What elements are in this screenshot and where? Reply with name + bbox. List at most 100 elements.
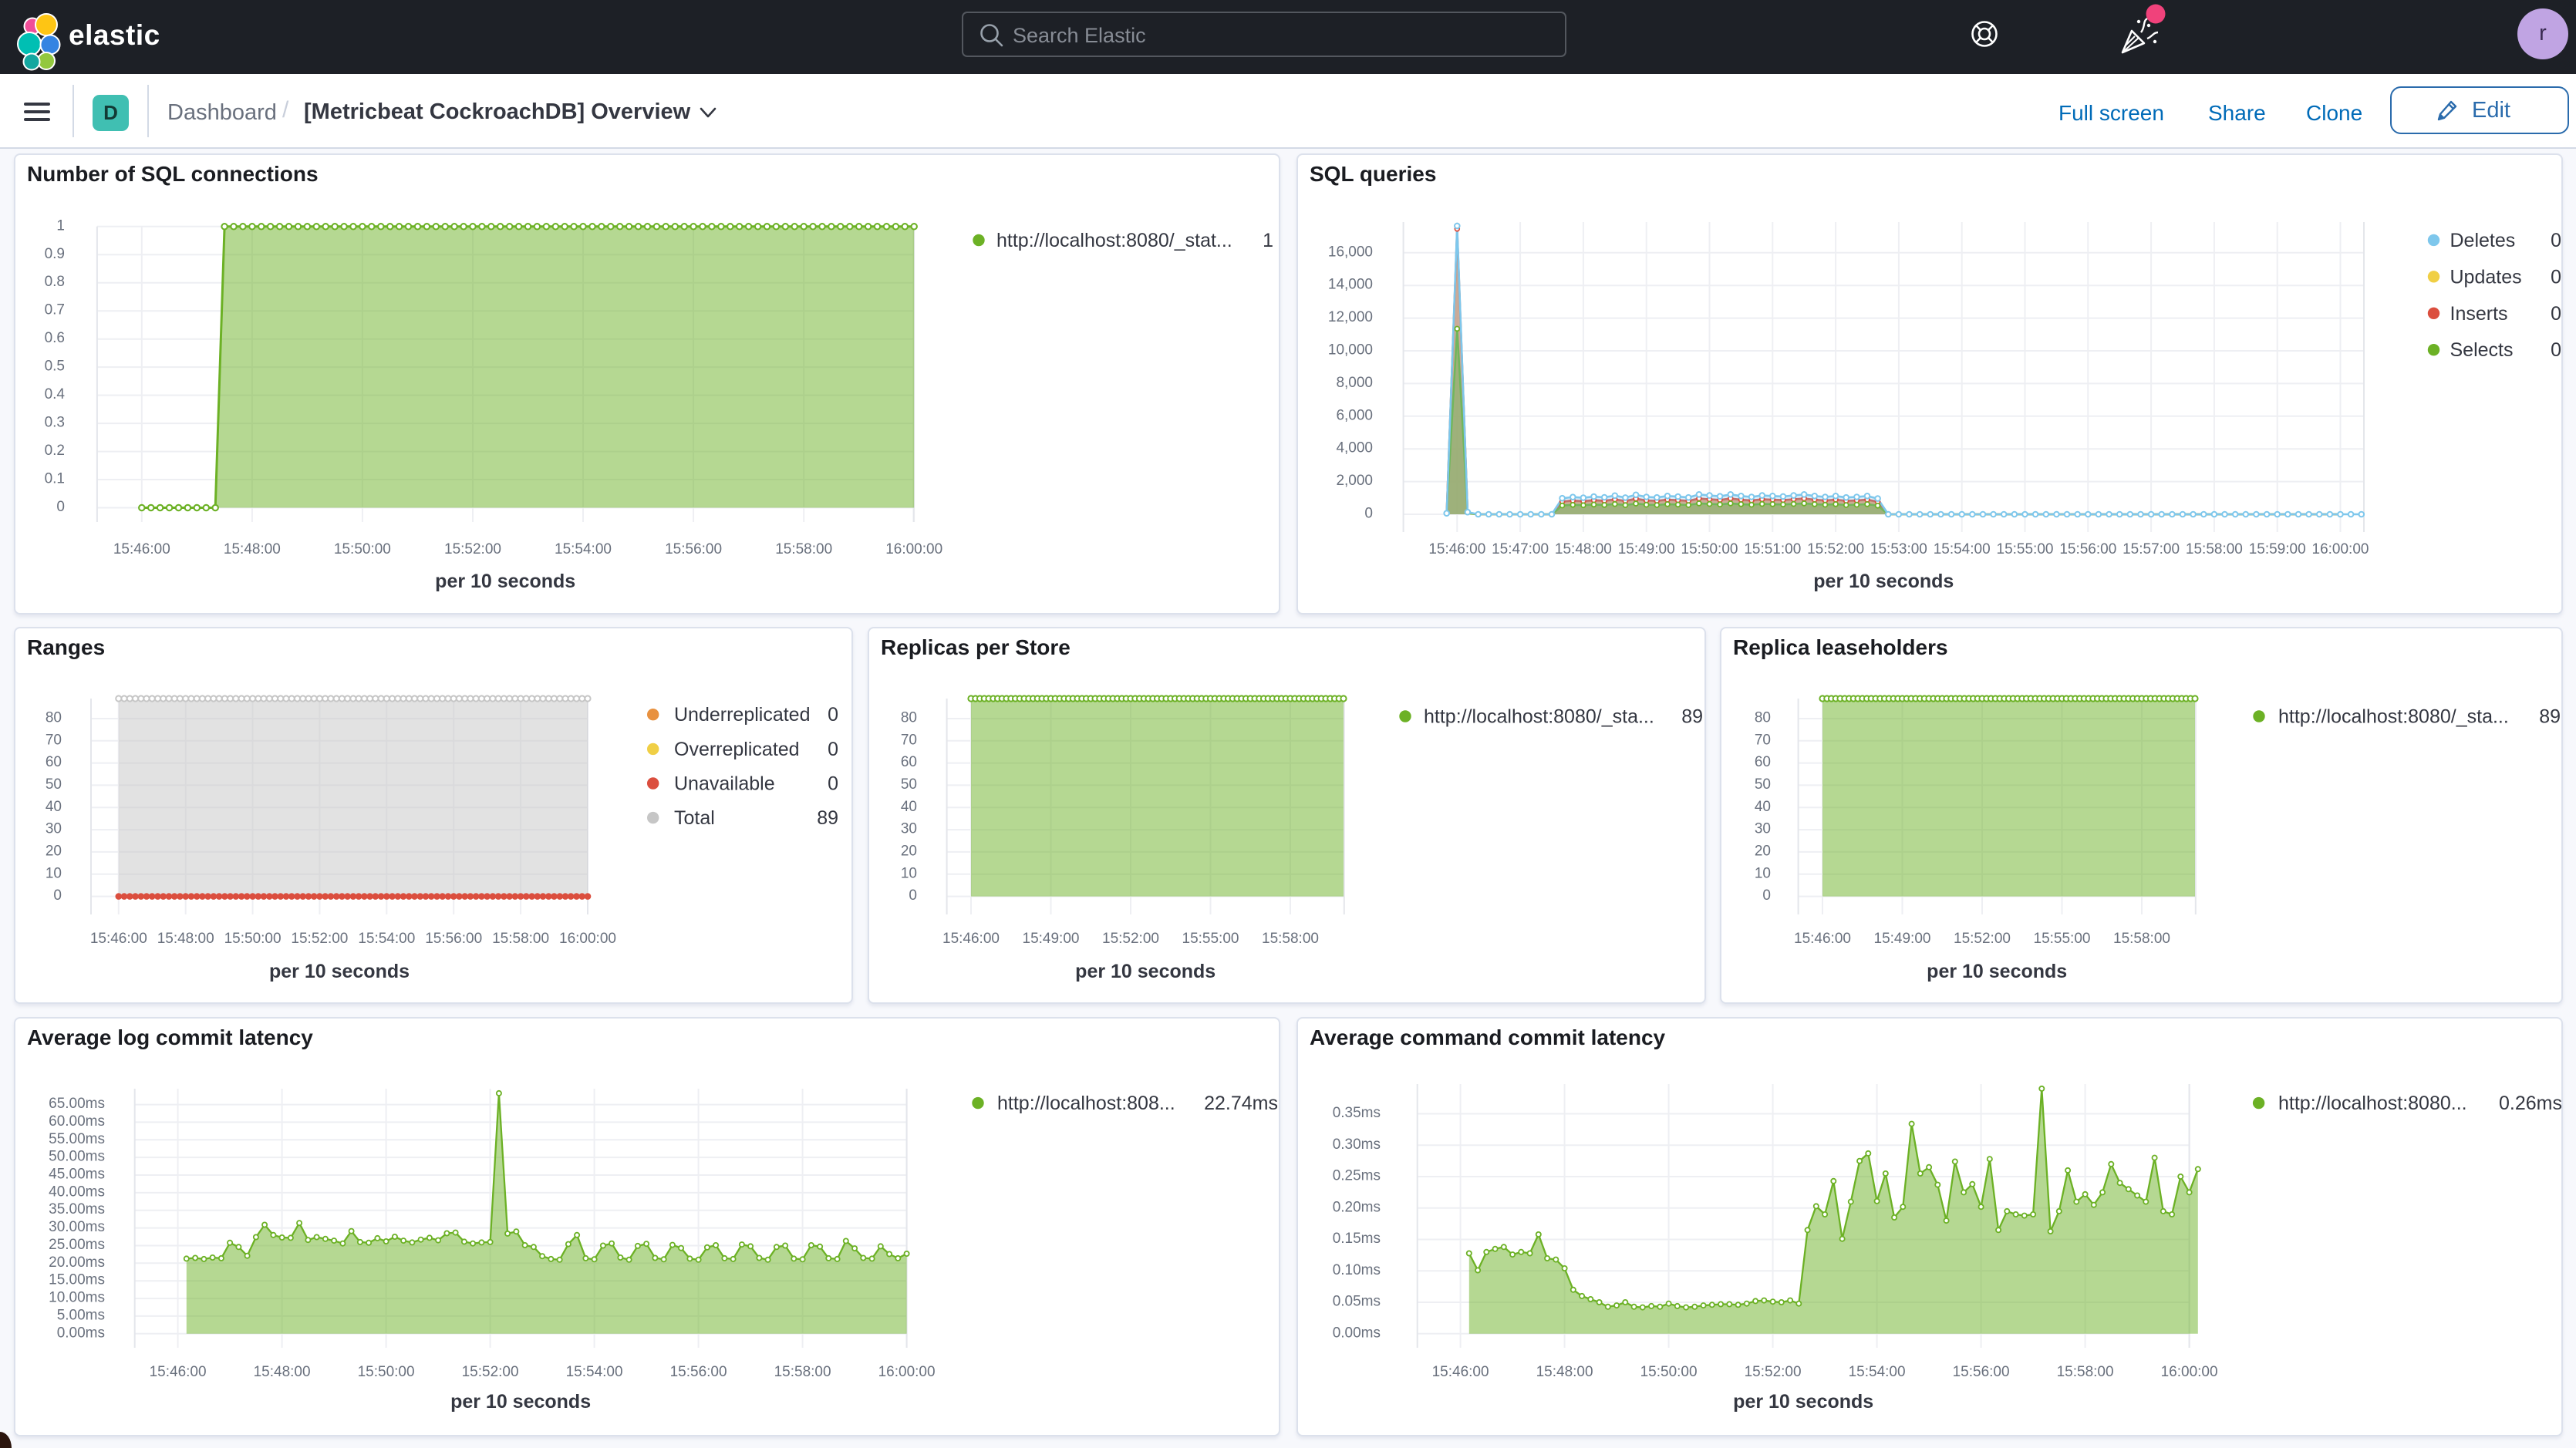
svg-text:Replicas per Store: Replicas per Store xyxy=(881,635,1071,659)
svg-text:15:48:00: 15:48:00 xyxy=(224,541,281,557)
svg-text:Underreplicated: Underreplicated xyxy=(674,704,811,726)
svg-text:15:55:00: 15:55:00 xyxy=(2034,931,2091,947)
svg-text:0.00ms: 0.00ms xyxy=(1333,1325,1381,1341)
svg-text:15:52:00: 15:52:00 xyxy=(444,541,501,557)
svg-text:0: 0 xyxy=(828,773,838,795)
svg-text:15:55:00: 15:55:00 xyxy=(1997,541,2054,557)
svg-text:SQL queries: SQL queries xyxy=(1310,162,1436,186)
svg-text:12,000: 12,000 xyxy=(1328,309,1373,325)
svg-text:65.00ms: 65.00ms xyxy=(49,1096,105,1112)
svg-text:15:58:00: 15:58:00 xyxy=(2113,931,2170,947)
svg-text:15:46:00: 15:46:00 xyxy=(1794,931,1851,947)
svg-text:16:00:00: 16:00:00 xyxy=(885,541,942,557)
svg-text:20: 20 xyxy=(1755,843,1771,859)
svg-text:1: 1 xyxy=(1263,230,1273,251)
svg-text:0.05ms: 0.05ms xyxy=(1333,1294,1381,1310)
svg-text:0.6: 0.6 xyxy=(45,330,65,346)
svg-text:60: 60 xyxy=(1755,754,1771,770)
svg-text:0: 0 xyxy=(1762,887,1771,904)
svg-text:80: 80 xyxy=(901,710,917,726)
svg-text:Deletes: Deletes xyxy=(2450,230,2516,251)
svg-text:14,000: 14,000 xyxy=(1328,277,1373,293)
svg-text:0: 0 xyxy=(56,499,65,515)
svg-text:Overreplicated: Overreplicated xyxy=(674,739,800,760)
svg-text:0.2: 0.2 xyxy=(45,443,65,459)
svg-text:per 10 seconds: per 10 seconds xyxy=(435,571,575,592)
svg-text:per 10 seconds: per 10 seconds xyxy=(1733,1391,1873,1413)
svg-text:Average command commit latency: Average command commit latency xyxy=(1310,1025,1666,1049)
svg-text:15:55:00: 15:55:00 xyxy=(1182,931,1239,947)
svg-text:15:58:00: 15:58:00 xyxy=(2057,1364,2114,1380)
svg-text:20: 20 xyxy=(901,843,917,859)
svg-text:http://localhost:8080/_stat...: http://localhost:8080/_stat... xyxy=(996,230,1232,251)
svg-text:16:00:00: 16:00:00 xyxy=(559,931,616,947)
svg-text:10: 10 xyxy=(1755,865,1771,881)
svg-text:40: 40 xyxy=(901,799,917,815)
svg-text:15:54:00: 15:54:00 xyxy=(555,541,612,557)
svg-text:15:54:00: 15:54:00 xyxy=(1934,541,1991,557)
svg-text:0.35ms: 0.35ms xyxy=(1333,1105,1381,1121)
svg-text:http://localhost:8080...: http://localhost:8080... xyxy=(2278,1093,2467,1114)
svg-text:15:50:00: 15:50:00 xyxy=(358,1364,415,1380)
svg-text:70: 70 xyxy=(46,732,62,748)
svg-text:Selects: Selects xyxy=(2450,339,2514,361)
svg-text:15:46:00: 15:46:00 xyxy=(90,931,147,947)
svg-text:40: 40 xyxy=(46,799,62,815)
svg-text:15:57:00: 15:57:00 xyxy=(2123,541,2180,557)
svg-text:per 10 seconds: per 10 seconds xyxy=(1813,571,1954,592)
svg-text:15:56:00: 15:56:00 xyxy=(2059,541,2116,557)
svg-text:15:48:00: 15:48:00 xyxy=(157,931,214,947)
svg-text:Number of SQL connections: Number of SQL connections xyxy=(27,162,319,186)
svg-text:15:46:00: 15:46:00 xyxy=(1432,1364,1489,1380)
svg-text:70: 70 xyxy=(901,732,917,748)
svg-text:89: 89 xyxy=(2539,706,2561,728)
svg-text:0.26ms: 0.26ms xyxy=(2499,1093,2562,1114)
svg-text:8,000: 8,000 xyxy=(1336,375,1373,391)
svg-text:15:51:00: 15:51:00 xyxy=(1744,541,1801,557)
svg-text:30: 30 xyxy=(901,821,917,837)
svg-text:15:52:00: 15:52:00 xyxy=(1954,931,2011,947)
svg-text:0.4: 0.4 xyxy=(45,386,66,402)
svg-text:0: 0 xyxy=(2551,230,2561,251)
svg-text:25.00ms: 25.00ms xyxy=(49,1237,105,1253)
svg-text:20.00ms: 20.00ms xyxy=(49,1254,105,1271)
svg-text:15:54:00: 15:54:00 xyxy=(566,1364,623,1380)
svg-text:0: 0 xyxy=(2551,266,2561,288)
svg-text:15:46:00: 15:46:00 xyxy=(150,1364,207,1380)
svg-text:60: 60 xyxy=(46,754,62,770)
svg-text:0: 0 xyxy=(2551,303,2561,325)
svg-text:15:53:00: 15:53:00 xyxy=(1870,541,1927,557)
svg-text:15:52:00: 15:52:00 xyxy=(1745,1364,1802,1380)
svg-text:60.00ms: 60.00ms xyxy=(49,1113,105,1130)
svg-text:40: 40 xyxy=(1755,799,1771,815)
svg-text:16,000: 16,000 xyxy=(1328,244,1373,260)
svg-text:0: 0 xyxy=(53,887,62,904)
svg-text:16:00:00: 16:00:00 xyxy=(2312,541,2369,557)
svg-text:15:56:00: 15:56:00 xyxy=(1953,1364,2010,1380)
svg-text:per 10 seconds: per 10 seconds xyxy=(269,961,410,982)
svg-text:15:58:00: 15:58:00 xyxy=(775,541,832,557)
svg-text:15:48:00: 15:48:00 xyxy=(254,1364,311,1380)
svg-text:0.9: 0.9 xyxy=(45,246,65,262)
svg-text:15:52:00: 15:52:00 xyxy=(1102,931,1159,947)
svg-text:40.00ms: 40.00ms xyxy=(49,1184,105,1200)
svg-text:15:56:00: 15:56:00 xyxy=(670,1364,727,1380)
svg-text:35.00ms: 35.00ms xyxy=(49,1201,105,1217)
svg-text:80: 80 xyxy=(46,710,62,726)
svg-text:0.25ms: 0.25ms xyxy=(1333,1168,1381,1184)
svg-text:50: 50 xyxy=(901,776,917,793)
svg-text:Ranges: Ranges xyxy=(27,635,105,659)
svg-text:15:58:00: 15:58:00 xyxy=(492,931,549,947)
svg-text:6,000: 6,000 xyxy=(1336,407,1373,423)
svg-text:0: 0 xyxy=(828,739,838,760)
svg-text:per 10 seconds: per 10 seconds xyxy=(1927,961,2067,982)
svg-text:Inserts: Inserts xyxy=(2450,303,2508,325)
svg-text:50: 50 xyxy=(1755,776,1771,793)
svg-text:50.00ms: 50.00ms xyxy=(49,1149,105,1165)
svg-text:10: 10 xyxy=(901,865,917,881)
svg-text:15:48:00: 15:48:00 xyxy=(1555,541,1612,557)
svg-text:30: 30 xyxy=(1755,821,1771,837)
svg-text:0.5: 0.5 xyxy=(45,359,65,375)
svg-text:15:46:00: 15:46:00 xyxy=(942,931,1000,947)
svg-text:10.00ms: 10.00ms xyxy=(49,1290,105,1306)
